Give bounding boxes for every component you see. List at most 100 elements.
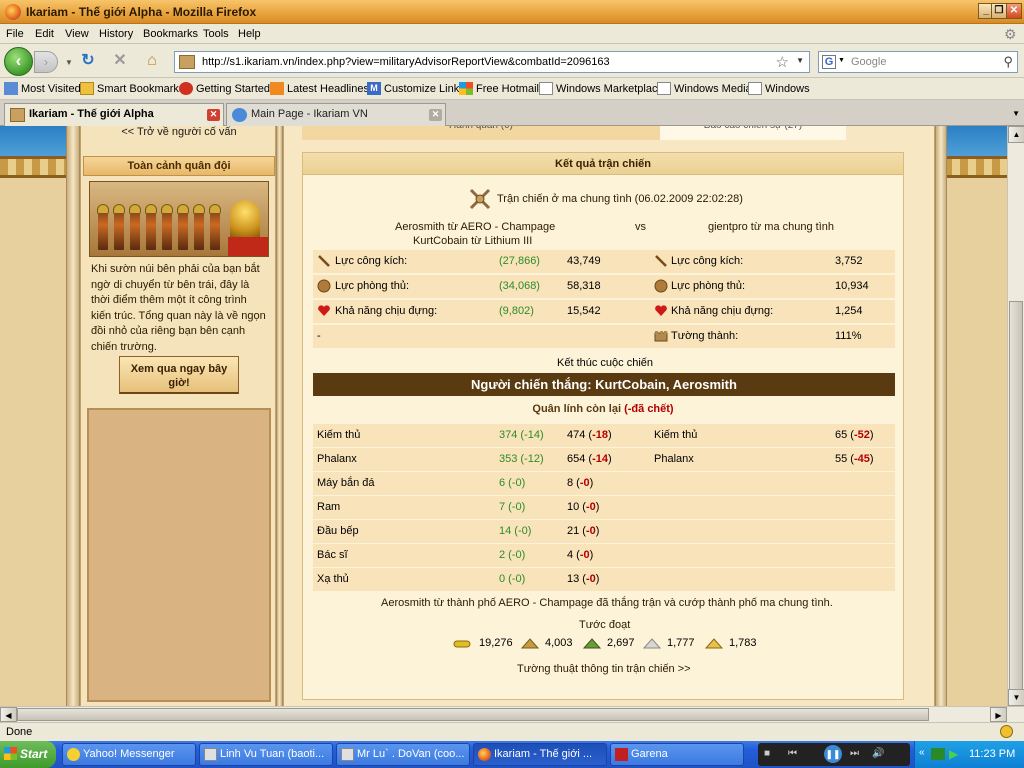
- defense-label: Lực phòng thủ:: [335, 280, 410, 292]
- battle-summary: Aerosmith từ thành phố AERO - Champage đ…: [381, 597, 833, 609]
- reload-icon[interactable]: ↻: [78, 52, 98, 70]
- def-defense-value: 10,934: [835, 280, 869, 292]
- menu-edit[interactable]: Edit: [35, 28, 54, 40]
- task-garena[interactable]: Garena: [610, 743, 744, 766]
- tab-battle-reports[interactable]: Báo cáo chiến sự (27): [660, 126, 846, 140]
- tab-ikariam-alpha[interactable]: Ikariam - Thế giới Alpha ✕: [4, 103, 224, 126]
- endurance-loss: (9,802): [499, 305, 534, 317]
- attacker1-units: 353 (-12): [499, 453, 544, 465]
- bookmark-star-icon[interactable]: ☆: [776, 53, 789, 71]
- restore-button[interactable]: ❐: [991, 3, 1007, 19]
- scroll-down-button[interactable]: ▼: [1008, 689, 1024, 706]
- google-engine-icon[interactable]: G: [822, 55, 836, 69]
- view-now-button[interactable]: Xem qua ngay bây giờ!: [119, 356, 239, 394]
- bookmark-free-hotmail[interactable]: Free Hotmail: [459, 82, 539, 96]
- tray-expand-icon[interactable]: «: [919, 747, 925, 758]
- unit-name: Bác sĩ: [317, 549, 348, 561]
- close-tab-icon[interactable]: ✕: [429, 109, 442, 121]
- firefox-icon: [5, 4, 21, 20]
- search-magnifier-icon[interactable]: ⚲: [1003, 54, 1013, 70]
- unit-row-strip: [313, 544, 895, 567]
- bookmark-getting-started[interactable]: Getting Started: [179, 82, 270, 96]
- bookmark-list-icon: [4, 82, 18, 95]
- bookmark-windows[interactable]: Windows: [748, 82, 810, 96]
- unit-name: Ram: [317, 501, 341, 513]
- scroll-up-button[interactable]: ▲: [1008, 126, 1024, 143]
- search-box[interactable]: G ▼ Google ⚲: [818, 51, 1018, 73]
- windows-taskbar: Start Yahoo! Messenger Linh Vu Tuan (bao…: [0, 741, 1024, 768]
- bookmark-smart-bookmarks[interactable]: Smart Bookmarks: [80, 82, 184, 96]
- tab-main-page[interactable]: Main Page - Ikariam VN ✕: [226, 103, 446, 126]
- firefox-bookmark-icon: [179, 82, 193, 95]
- task-yahoo-messenger[interactable]: Yahoo! Messenger: [62, 743, 196, 766]
- attacker-wall-placeholder: -: [317, 330, 321, 342]
- advisor-sidebar: << Trở về người cố vấn Toàn cảnh quân độ…: [80, 126, 276, 706]
- address-bar[interactable]: http://s1.ikariam.vn/index.php?view=mili…: [174, 51, 810, 73]
- menu-file[interactable]: File: [6, 28, 24, 40]
- site-favicon: [179, 55, 195, 69]
- bookmark-windows-marketplace[interactable]: Windows Marketplace: [539, 82, 664, 96]
- menu-bookmarks[interactable]: Bookmarks: [143, 28, 198, 40]
- close-window-button[interactable]: ✕: [1006, 3, 1022, 19]
- scroll-thumb[interactable]: [1009, 301, 1023, 691]
- status-smiley-icon[interactable]: [1000, 725, 1013, 738]
- media-next-icon[interactable]: ⏭: [850, 748, 859, 759]
- bookmark-latest-headlines[interactable]: Latest Headlines: [270, 82, 369, 96]
- defender-units: 55 (-45): [835, 453, 874, 465]
- attacker2-units: 10 (-0): [567, 501, 600, 513]
- task-chat-linh[interactable]: Linh Vu Tuan (baoti...: [199, 743, 333, 766]
- url-dropdown-icon[interactable]: ▼: [796, 56, 804, 65]
- defender-unit-name: Kiếm thủ: [654, 429, 698, 441]
- loot-crystal: 1,777: [667, 637, 695, 649]
- task-firefox-ikariam[interactable]: Ikariam - Thế giới ...: [473, 743, 607, 766]
- attacker1-units: 2 (-0): [499, 549, 526, 561]
- vertical-scrollbar[interactable]: ▲ ▼: [1007, 126, 1024, 706]
- stop-icon[interactable]: ✕: [110, 52, 130, 70]
- tray-network-icon[interactable]: [931, 748, 945, 760]
- clock[interactable]: 11:23 PM: [969, 748, 1015, 760]
- tab-marches[interactable]: Hành quân (0): [302, 126, 660, 140]
- tab-label: Main Page - Ikariam VN: [251, 108, 368, 120]
- bookmark-windows-media[interactable]: Windows Media: [657, 82, 752, 96]
- def-defense-label: Lực phòng thủ:: [671, 280, 746, 292]
- menu-help[interactable]: Help: [238, 28, 261, 40]
- task-chat-dovan[interactable]: Mr Lu` . DoVan (coo...: [336, 743, 470, 766]
- report-panel: Hành quân (0) Báo cáo chiến sự (27) Kết …: [283, 126, 935, 706]
- attack-value: 43,749: [567, 255, 601, 267]
- forward-button[interactable]: ›: [34, 51, 58, 73]
- def-endurance-value: 1,254: [835, 305, 863, 317]
- endurance-label: Khả năng chịu đựng:: [335, 305, 438, 317]
- loot-wine: 4,003: [545, 637, 573, 649]
- battle-details-link[interactable]: Tường thuật thông tin trận chiến >>: [517, 663, 691, 675]
- media-volume-icon[interactable]: 🔊: [872, 748, 884, 759]
- tray-arrow-icon[interactable]: ▶: [949, 747, 958, 761]
- history-dropdown-icon[interactable]: ▼: [59, 54, 79, 72]
- media-prev-icon[interactable]: ⏮: [788, 748, 797, 759]
- army-overview-title: Toàn cảnh quân đội: [83, 156, 275, 176]
- start-button[interactable]: Start: [0, 741, 56, 768]
- scroll-left-button[interactable]: ◀: [0, 707, 17, 722]
- left-pillar: [66, 126, 80, 706]
- tab-list-dropdown-icon[interactable]: ▼: [1012, 109, 1020, 118]
- close-tab-icon[interactable]: ✕: [207, 109, 220, 121]
- unit-row-strip: [313, 496, 895, 519]
- unit-name: Phalanx: [317, 453, 357, 465]
- back-button[interactable]: ‹: [4, 47, 33, 76]
- loot-wood: 19,276: [479, 637, 513, 649]
- bookmark-customize-links[interactable]: M Customize Links: [367, 82, 465, 96]
- horizontal-scrollbar[interactable]: ◀ ▶: [0, 706, 1024, 722]
- menu-history[interactable]: History: [99, 28, 133, 40]
- battle-result-title: Kết quả trận chiến: [303, 153, 903, 175]
- menu-tools[interactable]: Tools: [203, 28, 229, 40]
- bookmark-most-visited[interactable]: Most Visited: [4, 82, 81, 96]
- army-image: [89, 181, 269, 257]
- scroll-right-button[interactable]: ▶: [990, 707, 1007, 722]
- back-to-advisor-link[interactable]: << Trở về người cố vấn: [81, 126, 277, 142]
- attacker2-units: 21 (-0): [567, 525, 600, 537]
- menu-view[interactable]: View: [65, 28, 89, 40]
- media-stop-icon[interactable]: ■: [764, 748, 770, 759]
- media-pause-icon[interactable]: ❚❚: [824, 745, 842, 763]
- engine-dropdown-icon[interactable]: ▼: [838, 57, 845, 64]
- hscroll-thumb[interactable]: [17, 708, 929, 721]
- home-icon[interactable]: ⌂: [142, 52, 162, 70]
